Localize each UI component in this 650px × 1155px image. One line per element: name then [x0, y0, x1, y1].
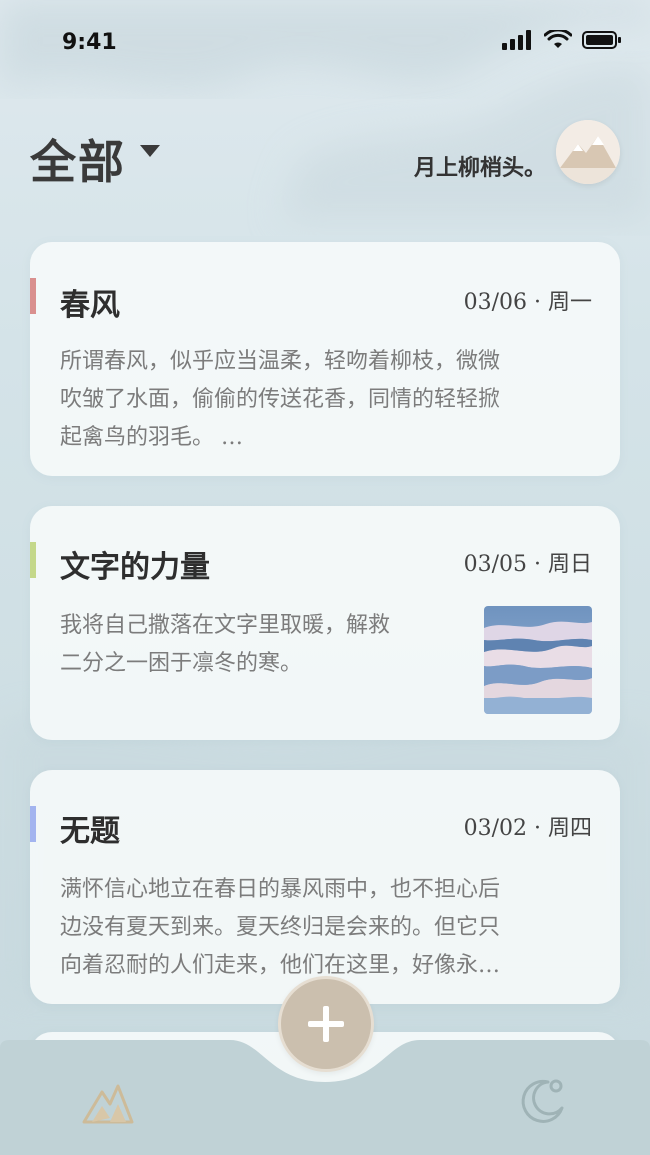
entry-excerpt: 所谓春风，似乎应当温柔，轻吻着柳枝，微微 吹皱了水面，偷偷的传送花香，同情的轻轻… — [60, 343, 600, 457]
mountain-icon[interactable] — [82, 1080, 134, 1124]
entry-excerpt: 满怀信心地立在春日的暴风雨中，也不担心后 边没有夏天到来。夏天终归是会来的。但它… — [60, 871, 600, 985]
entry-excerpt: 我将自己撒落在文字里取暖，解救 二分之一困于凛冬的寒。 — [60, 607, 480, 683]
status-time: 9:41 — [62, 30, 117, 55]
motto-text: 月上柳梢头。 — [413, 155, 546, 181]
moon-icon[interactable] — [518, 1076, 568, 1126]
entry-title: 无题 — [60, 814, 120, 849]
entry-date: 03/06 · 周一 — [463, 290, 592, 315]
entry-excerpt-line: 满怀信心地立在春日的暴风雨中，也不担心后 — [60, 877, 501, 902]
status-icons — [502, 30, 622, 50]
entry-accent-bar — [30, 806, 36, 842]
entry-excerpt-line: 所谓春风，似乎应当温柔，轻吻着柳枝，微微 — [60, 349, 501, 374]
caret-down-icon[interactable] — [140, 145, 160, 159]
entry-title: 文字的力量 — [60, 550, 210, 585]
entry-excerpt-line: 起禽鸟的羽毛。 … — [60, 425, 243, 450]
signal-icon — [502, 30, 531, 50]
entry-card[interactable]: 春风 03/06 · 周一 所谓春风，似乎应当温柔，轻吻着柳枝，微微 吹皱了水面… — [30, 242, 620, 476]
snow-dunes-image — [484, 606, 592, 714]
entry-accent-bar — [30, 278, 36, 314]
entry-date: 03/05 · 周日 — [463, 552, 592, 577]
add-entry-button[interactable] — [278, 976, 374, 1072]
entry-excerpt-line: 吹皱了水面，偷偷的传送花香，同情的轻轻掀 — [60, 387, 501, 412]
category-title[interactable]: 全部 — [30, 126, 126, 192]
battery-icon — [582, 31, 621, 49]
status-bar: 9:41 — [0, 0, 650, 88]
entry-excerpt-line: 我将自己撒落在文字里取暖，解救 — [60, 613, 391, 638]
entry-excerpt-line: 边没有夏天到来。夏天终归是会来的。但它只 — [60, 915, 501, 940]
avatar-mountain-icon — [556, 120, 620, 184]
entry-title: 春风 — [60, 288, 120, 323]
plus-icon — [308, 1006, 344, 1042]
entry-thumbnail[interactable] — [484, 606, 592, 714]
avatar[interactable] — [556, 120, 620, 184]
entry-card[interactable]: 无题 03/02 · 周四 满怀信心地立在春日的暴风雨中，也不担心后 边没有夏天… — [30, 770, 620, 1004]
entry-excerpt-line: 二分之一困于凛冬的寒。 — [60, 651, 303, 676]
entry-accent-bar — [30, 542, 36, 578]
entry-card[interactable]: 文字的力量 03/05 · 周日 我将自己撒落在文字里取暖，解救 二分之一困于凛… — [30, 506, 620, 740]
wifi-icon — [544, 30, 572, 48]
entry-date: 03/02 · 周四 — [463, 816, 592, 841]
